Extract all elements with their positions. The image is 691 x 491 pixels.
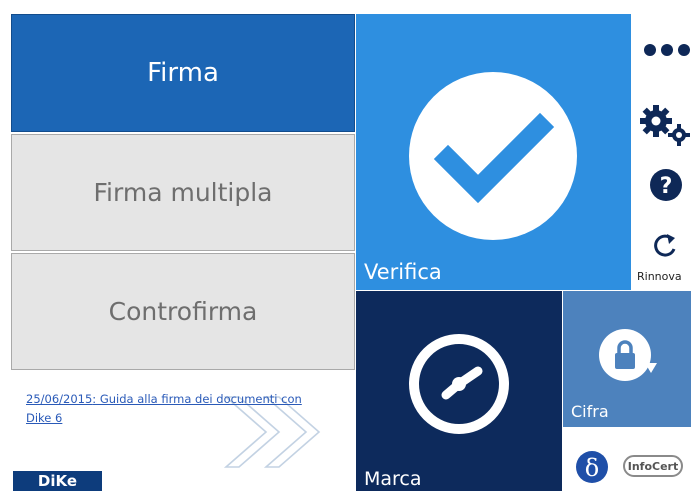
logos-panel: δ InfoCert [563,428,691,491]
svg-text:?: ? [660,174,673,199]
news-date: 25/06/2015 [26,392,93,406]
dike-label: DiKe [37,472,78,490]
verifica-label: Verifica [364,260,442,284]
controfirma-label: Controfirma [108,297,258,326]
news-link[interactable]: 25/06/2015: Guida alla firma dei documen… [26,392,302,425]
clock-icon [409,334,509,434]
controfirma-button[interactable]: Controfirma [11,253,355,370]
news-panel: 25/06/2015: Guida alla firma dei documen… [11,372,355,491]
delta-logo-icon: δ [576,451,608,483]
side-toolbar: ? Rinnova [633,14,691,290]
marca-tile[interactable]: Marca [356,291,562,491]
lock-rotate-icon [599,329,657,381]
infocert-label: InfoCert [627,459,679,473]
cifra-label: Cifra [571,402,609,421]
firma-multipla-label: Firma multipla [93,178,273,207]
svg-text:δ: δ [585,454,599,482]
firma-label: Firma [147,58,219,88]
rinnova-label: Rinnova [637,270,682,283]
rinnova-button[interactable]: Rinnova [633,230,691,290]
dike-logo: DiKe [13,471,102,491]
question-icon[interactable]: ? [649,168,683,202]
refresh-icon [654,234,676,257]
gear-icon[interactable] [639,104,691,146]
more-dots-icon[interactable] [641,41,691,59]
marca-label: Marca [364,468,422,490]
cifra-tile[interactable]: Cifra [563,291,691,427]
verifica-tile[interactable]: Verifica [356,14,631,290]
firma-button[interactable]: Firma [11,14,355,132]
checkmark-icon [409,72,577,240]
firma-multipla-button[interactable]: Firma multipla [11,134,355,251]
infocert-logo: InfoCert [623,455,683,477]
